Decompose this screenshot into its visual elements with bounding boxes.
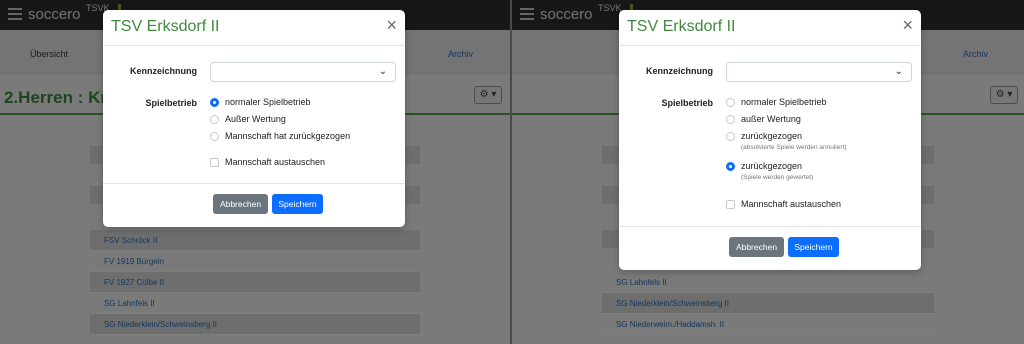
kennzeichnung-label: Kennzeichnung <box>646 66 713 76</box>
modal-footer: Abbrechen Speichern <box>619 226 921 270</box>
chevron-down-icon: ⌄ <box>894 66 903 77</box>
modal-title: TSV Erksdorf II <box>627 18 736 35</box>
modal-title: TSV Erksdorf II <box>111 18 220 35</box>
team-edit-modal: TSV Erksdorf II × Kennzeichnung ⌄ Spielb… <box>619 10 921 270</box>
option-label: normaler Spielbetrieb <box>741 97 827 107</box>
radio-button[interactable] <box>726 114 735 124</box>
option-label: Mannschaft austauschen <box>741 199 842 209</box>
left-screenshot-panel: soccero TSVK Übersicht Archiv 2.Herren :… <box>0 0 510 344</box>
save-button[interactable]: Speichern <box>788 237 839 257</box>
save-button[interactable]: Speichern <box>272 194 323 214</box>
close-icon[interactable]: × <box>902 15 913 36</box>
radio-button-checked[interactable] <box>210 97 219 107</box>
option-label: zurückgezogen <box>741 131 803 141</box>
spielbetrieb-label: Spielbetrieb <box>145 98 197 108</box>
radio-button[interactable] <box>210 114 219 124</box>
option-label: normaler Spielbetrieb <box>225 97 311 107</box>
checkbox[interactable] <box>210 157 219 167</box>
kennzeichnung-select[interactable]: ⌄ <box>210 62 396 82</box>
option-hint: (absolvierte Spiele werden annuliert) <box>741 144 847 151</box>
radio-ausser-wertung[interactable]: außer Wertung <box>726 114 801 124</box>
cancel-button[interactable]: Abbrechen <box>729 237 784 257</box>
radio-button[interactable] <box>726 131 735 141</box>
close-icon[interactable]: × <box>386 15 397 36</box>
option-hint: (Spiele werden gewertet) <box>741 174 814 181</box>
option-label: zurückgezogen <box>741 161 803 171</box>
radio-button[interactable] <box>210 131 219 141</box>
modal-footer: Abbrechen Speichern <box>103 183 405 227</box>
option-label: Mannschaft hat zurückgezogen <box>225 131 351 141</box>
modal-header: TSV Erksdorf II × <box>103 10 405 46</box>
team-edit-modal: TSV Erksdorf II × Kennzeichnung ⌄ Spielb… <box>103 10 405 227</box>
radio-normaler-spielbetrieb[interactable]: normaler Spielbetrieb <box>726 97 827 107</box>
cancel-button[interactable]: Abbrechen <box>213 194 268 214</box>
radio-zurueckgezogen[interactable]: Mannschaft hat zurückgezogen <box>210 131 350 141</box>
option-label: Außer Wertung <box>225 114 286 124</box>
checkbox-mannschaft-austauschen[interactable]: Mannschaft austauschen <box>210 157 325 167</box>
chevron-down-icon: ⌄ <box>378 66 387 77</box>
radio-zurueckgezogen-gewertet[interactable]: zurückgezogen <box>726 161 802 171</box>
checkbox[interactable] <box>726 199 735 209</box>
radio-ausser-wertung[interactable]: Außer Wertung <box>210 114 286 124</box>
spielbetrieb-label: Spielbetrieb <box>661 98 713 108</box>
modal-header: TSV Erksdorf II × <box>619 10 921 46</box>
kennzeichnung-label: Kennzeichnung <box>130 66 197 76</box>
right-screenshot-panel: soccero TSVK Archiv ⚙ ▾ SG Lahnfels II S… <box>512 0 1024 344</box>
radio-button-checked[interactable] <box>726 161 735 171</box>
radio-zurueckgezogen-annuliert[interactable]: zurückgezogen <box>726 131 802 141</box>
option-label: Mannschaft austauschen <box>225 157 326 167</box>
radio-button[interactable] <box>726 97 735 107</box>
radio-normaler-spielbetrieb[interactable]: normaler Spielbetrieb <box>210 97 311 107</box>
checkbox-mannschaft-austauschen[interactable]: Mannschaft austauschen <box>726 199 841 209</box>
option-label: außer Wertung <box>741 114 801 124</box>
kennzeichnung-select[interactable]: ⌄ <box>726 62 912 82</box>
